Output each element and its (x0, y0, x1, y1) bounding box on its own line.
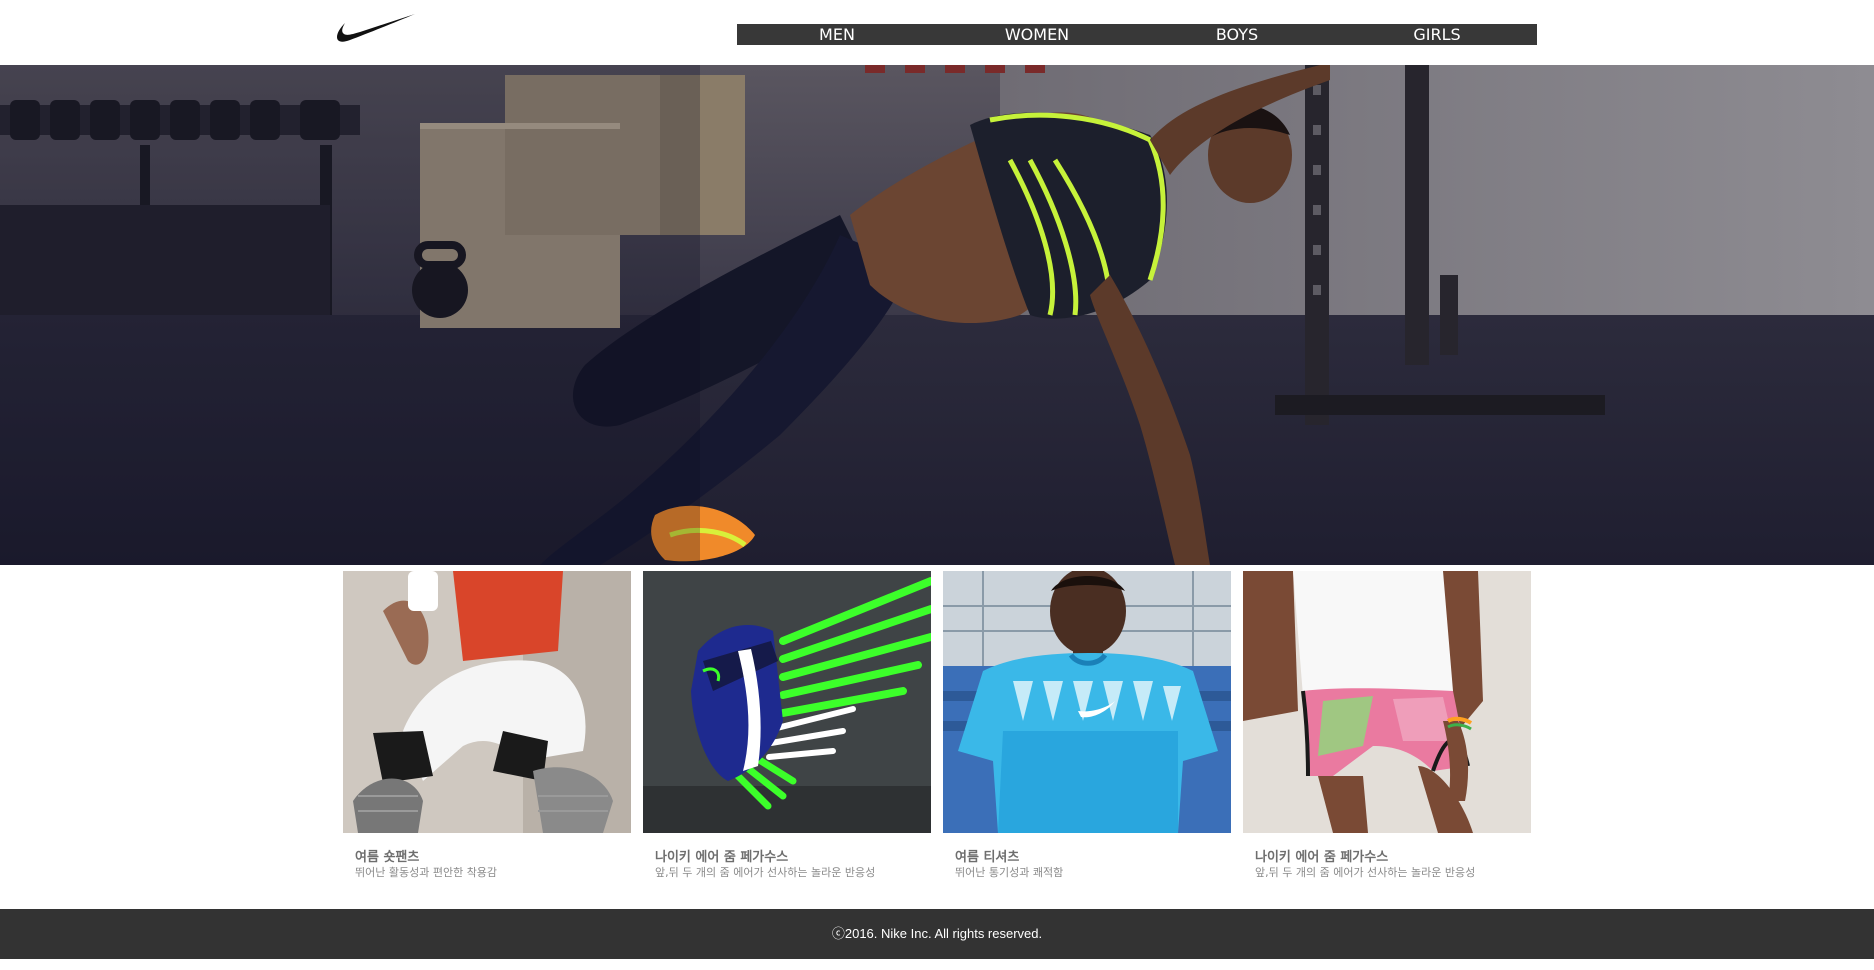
main-nav: MEN WOMEN BOYS GIRLS (737, 24, 1537, 45)
running-shoe-photo (643, 571, 931, 833)
product-description: 앞,뒤 두 개의 줌 에어가 선사하는 놀라운 반응성 (655, 866, 876, 879)
product-image[interactable] (943, 571, 1231, 833)
nav-item-girls[interactable]: GIRLS (1337, 24, 1537, 45)
hero-banner[interactable] (0, 65, 1874, 565)
product-image[interactable] (1243, 571, 1531, 833)
product-card[interactable]: 여름 숏팬츠 뛰어난 활동성과 편안한 착용감 (343, 571, 631, 886)
product-card[interactable]: 여름 티셔츠 뛰어난 통기성과 쾌적함 (943, 571, 1231, 886)
girls-shorts-photo (1243, 571, 1531, 833)
nav-item-women[interactable]: WOMEN (937, 24, 1137, 45)
site-header: MEN WOMEN BOYS GIRLS (0, 0, 1874, 65)
athlete-side-plank-photo (0, 65, 1874, 565)
product-name[interactable]: 나이키 에어 줌 페가수스 (1255, 846, 1388, 865)
product-grid: 여름 숏팬츠 뛰어난 활동성과 편안한 착용감 나이키 에어 줌 페가수스 앞,… (343, 571, 1533, 886)
product-card[interactable]: 나이키 에어 줌 페가수스 앞,뒤 두 개의 줌 에어가 선사하는 놀라운 반응… (643, 571, 931, 886)
product-name[interactable]: 여름 숏팬츠 (355, 846, 419, 865)
product-image[interactable] (343, 571, 631, 833)
product-description: 앞,뒤 두 개의 줌 에어가 선사하는 놀라운 반응성 (1255, 866, 1476, 879)
shorts-photo (343, 571, 631, 833)
nav-item-boys[interactable]: BOYS (1137, 24, 1337, 45)
product-description: 뛰어난 통기성과 쾌적함 (955, 866, 1064, 879)
swoosh-icon[interactable] (336, 12, 416, 46)
nav-item-men[interactable]: MEN (737, 24, 937, 45)
product-description: 뛰어난 활동성과 편안한 착용감 (355, 866, 498, 879)
product-image[interactable] (643, 571, 931, 833)
product-name[interactable]: 여름 티셔츠 (955, 846, 1019, 865)
tshirt-photo (943, 571, 1231, 833)
product-card[interactable]: 나이키 에어 줌 페가수스 앞,뒤 두 개의 줌 에어가 선사하는 놀라운 반응… (1243, 571, 1531, 886)
product-name[interactable]: 나이키 에어 줌 페가수스 (655, 846, 788, 865)
site-footer: ⓒ2016. Nike Inc. All rights reserved. (0, 909, 1874, 959)
copyright-text: ⓒ2016. Nike Inc. All rights reserved. (831, 926, 1043, 941)
